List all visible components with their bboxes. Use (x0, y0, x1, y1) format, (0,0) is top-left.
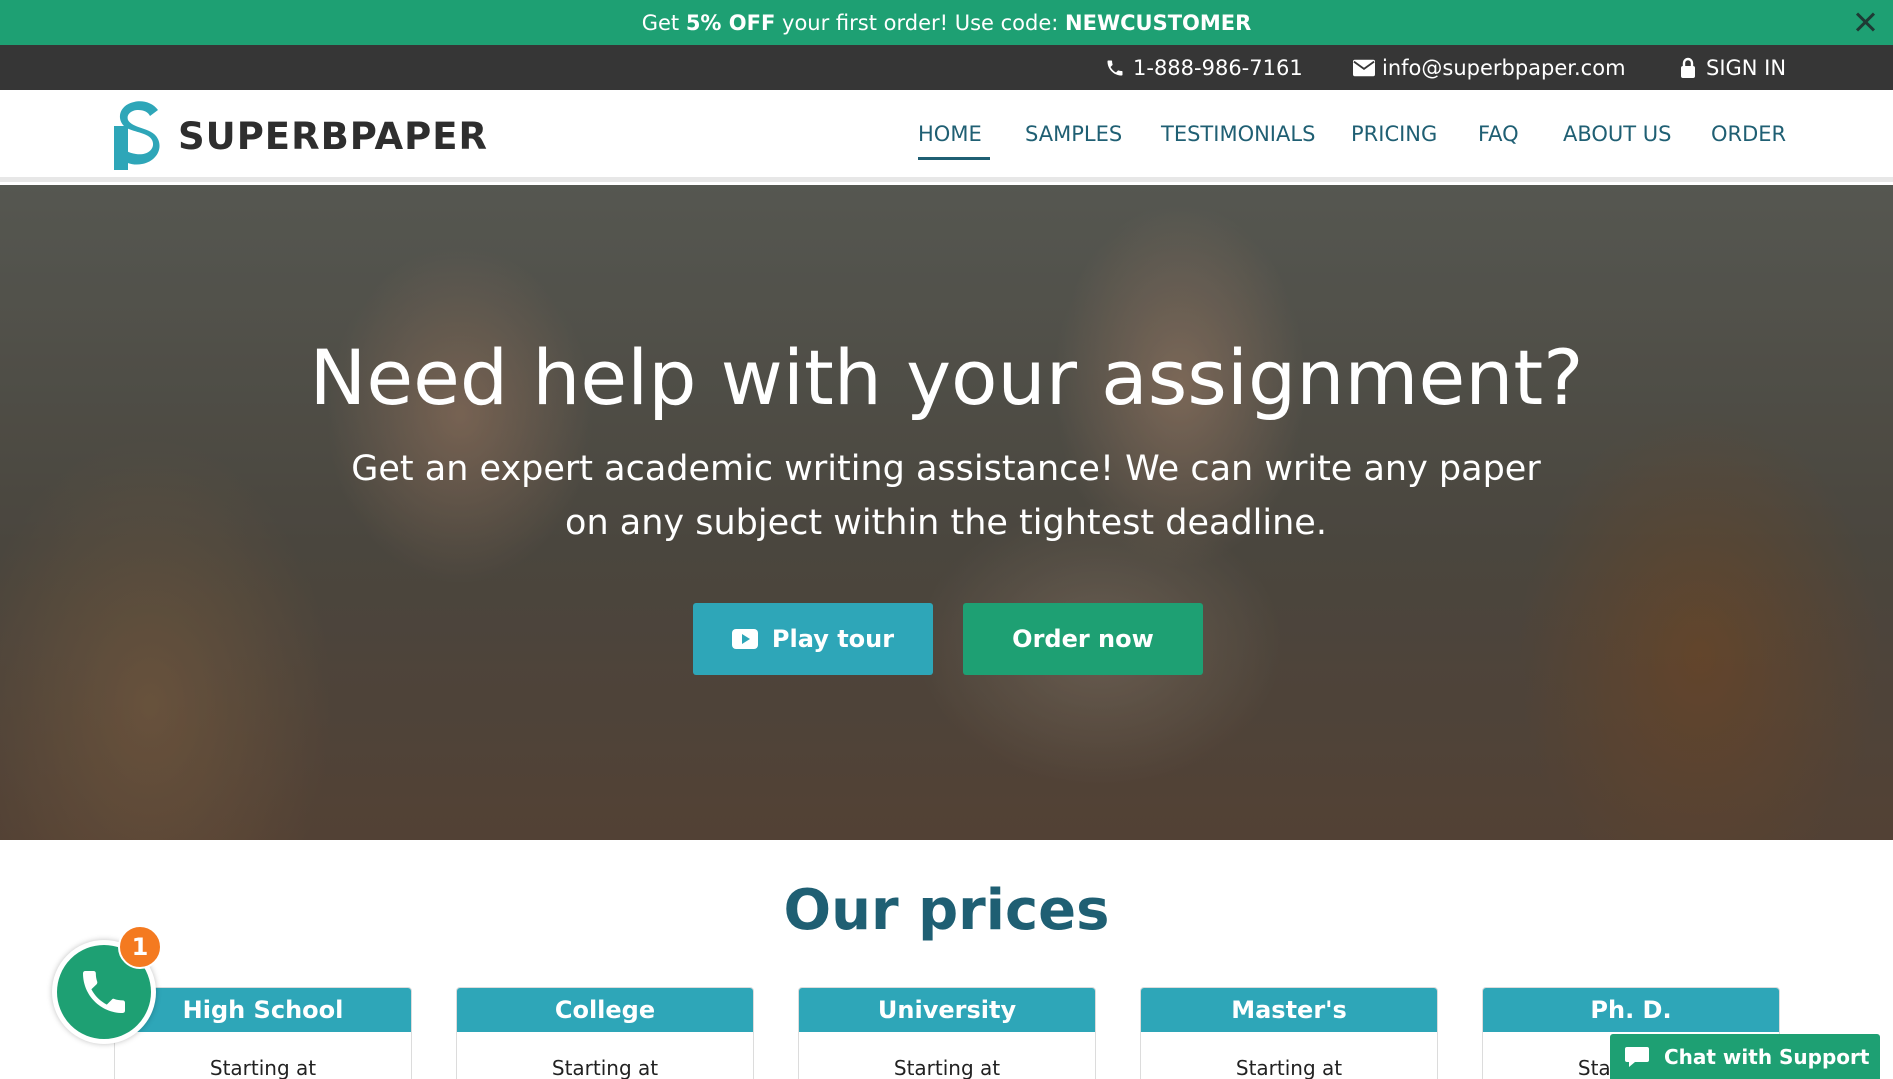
play-video-icon (731, 629, 758, 649)
price-card-starting: Starting at (893, 1056, 1001, 1079)
envelope-icon (1352, 56, 1376, 80)
phone-number: 1-888-986-7161 (1133, 55, 1303, 80)
promo-code: NEWCUSTOMER (1065, 10, 1252, 35)
logo-mark-icon (114, 101, 160, 170)
order-now-label: Order now (1012, 625, 1154, 653)
price-card-university[interactable]: University Starting at (798, 987, 1096, 1079)
contact-bar: 1-888-986-7161 info@superbpaper.com SIGN… (0, 45, 1893, 90)
site-header: SUPERBPAPER HOME SAMPLES TESTIMONIALS PR… (0, 90, 1893, 182)
close-icon[interactable] (1851, 8, 1879, 36)
prices-title: Our prices (783, 878, 1110, 943)
price-card-high-school[interactable]: High School Starting at (114, 987, 412, 1079)
phone-handset-icon (83, 971, 125, 1013)
play-tour-label: Play tour (771, 625, 895, 653)
email-link[interactable]: info@superbpaper.com (1352, 45, 1626, 90)
nav-home[interactable]: HOME (918, 90, 990, 177)
price-card-starting: Starting at (551, 1056, 659, 1079)
notification-badge: 1 (118, 925, 162, 969)
price-card-level: High School (115, 988, 411, 1032)
email-address: info@superbpaper.com (1382, 55, 1626, 80)
price-card-starting: Starting at (209, 1056, 317, 1079)
promo-text: Get 5% OFF your first order! Use code: N… (641, 10, 1252, 35)
nav-about-us[interactable]: ABOUT US (1563, 90, 1672, 177)
price-card-level: Master's (1141, 988, 1437, 1032)
price-card-level: Ph. D. (1483, 988, 1779, 1032)
hero-section: Need help with your assignment? Get an e… (0, 185, 1893, 840)
lock-icon (1676, 56, 1700, 80)
signin-label: SIGN IN (1706, 55, 1787, 80)
nav-pricing[interactable]: PRICING (1351, 90, 1437, 177)
play-tour-button[interactable]: Play tour (693, 603, 933, 675)
chat-label: Chat with Support (1664, 1044, 1870, 1069)
phone-link[interactable]: 1-888-986-7161 (1103, 45, 1303, 90)
hero-title: Need help with your assignment? (309, 333, 1584, 422)
phone-icon (1103, 56, 1127, 80)
chat-bubble-icon (1625, 1046, 1649, 1067)
price-card-college[interactable]: College Starting at (456, 987, 754, 1079)
promo-banner: Get 5% OFF your first order! Use code: N… (0, 0, 1893, 45)
signin-link[interactable]: SIGN IN (1676, 45, 1786, 90)
price-card-level: University (799, 988, 1095, 1032)
chat-support-button[interactable]: Chat with Support (1610, 1034, 1880, 1079)
price-card-starting: Starting at (1235, 1056, 1343, 1079)
nav-faq[interactable]: FAQ (1478, 90, 1519, 177)
site-logo[interactable]: SUPERBPAPER (112, 100, 488, 172)
hero-subtitle: Get an expert academic writing assistanc… (351, 449, 1541, 543)
price-card-masters[interactable]: Master's Starting at (1140, 987, 1438, 1079)
price-card-level: College (457, 988, 753, 1032)
nav-order[interactable]: ORDER (1711, 90, 1786, 177)
brand-name: SUPERBPAPER (178, 114, 489, 158)
nav-samples[interactable]: SAMPLES (1025, 90, 1122, 177)
nav-testimonials[interactable]: TESTIMONIALS (1161, 90, 1315, 177)
order-now-button[interactable]: Order now (963, 603, 1203, 675)
